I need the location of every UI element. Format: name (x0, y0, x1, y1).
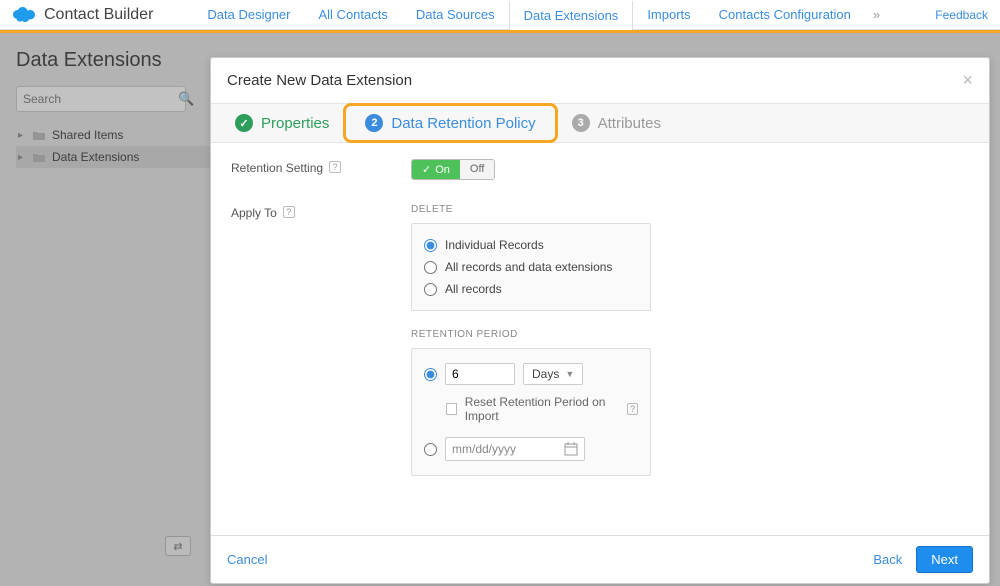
toggle-on-label: On (435, 164, 450, 176)
nav-tab-data-extensions[interactable]: Data Extensions (509, 1, 634, 30)
step-attributes[interactable]: 3 Attributes (554, 106, 679, 140)
radio-input[interactable] (424, 239, 437, 252)
top-navigation: Contact Builder Data Designer All Contac… (0, 0, 1000, 30)
nav-tab-imports[interactable]: Imports (633, 0, 704, 29)
step-number-badge: 2 (365, 114, 383, 132)
wizard-steps: ✓ Properties 2 Data Retention Policy 3 A… (211, 103, 989, 143)
cancel-button[interactable]: Cancel (227, 552, 267, 567)
help-icon[interactable]: ? (329, 161, 341, 173)
radio-all-records-and-extensions[interactable]: All records and data extensions (424, 256, 638, 278)
retention-toggle-control: ✓ On Off (411, 159, 969, 180)
radio-input[interactable] (424, 368, 437, 381)
apply-to-label: Apply To ? (231, 204, 411, 494)
create-data-extension-modal: Create New Data Extension × ✓ Properties… (210, 57, 990, 584)
step-label: Properties (261, 115, 329, 132)
toggle-off[interactable]: Off (460, 160, 494, 179)
radio-input[interactable] (424, 261, 437, 274)
date-placeholder: mm/dd/yyyy (452, 442, 516, 456)
retention-setting-row: Retention Setting ? ✓ On Off (231, 159, 969, 180)
radio-label: All records and data extensions (445, 260, 612, 274)
footer-right: Back Next (873, 546, 973, 573)
retention-setting-label: Retention Setting ? (231, 159, 411, 180)
step-label: Attributes (598, 115, 661, 132)
check-icon: ✓ (422, 163, 431, 176)
step-data-retention-policy[interactable]: 2 Data Retention Policy (347, 106, 553, 140)
date-input[interactable]: mm/dd/yyyy (445, 437, 585, 461)
modal-footer: Cancel Back Next (211, 535, 989, 583)
app-title: Contact Builder (44, 6, 153, 24)
apply-to-control: DELETE Individual Records All records an… (411, 204, 969, 494)
toggle-off-label: Off (470, 163, 484, 175)
nav-tab-all-contacts[interactable]: All Contacts (305, 0, 402, 29)
period-unit-select[interactable]: Days ▼ (523, 363, 583, 385)
back-button[interactable]: Back (873, 552, 902, 567)
delete-options-panel: Individual Records All records and data … (411, 223, 651, 311)
modal-title: Create New Data Extension (227, 72, 412, 89)
retention-period-section-label: RETENTION PERIOD (411, 329, 969, 340)
on-off-toggle[interactable]: ✓ On Off (411, 159, 495, 180)
feedback-link[interactable]: Feedback (935, 8, 988, 22)
salesforce-cloud-icon (12, 7, 36, 23)
modal-body: Retention Setting ? ✓ On Off Apply To ? (211, 143, 989, 535)
modal-header: Create New Data Extension × (211, 58, 989, 103)
checkbox[interactable] (446, 403, 457, 415)
help-icon[interactable]: ? (627, 403, 638, 415)
radio-label: Individual Records (445, 238, 544, 252)
checkbox-label: Reset Retention Period on Import (465, 395, 620, 423)
radio-label: All records (445, 282, 502, 296)
period-value-input[interactable] (445, 363, 515, 385)
nav-tab-contacts-configuration[interactable]: Contacts Configuration (705, 0, 865, 29)
toggle-on[interactable]: ✓ On (412, 160, 460, 179)
calendar-icon (564, 442, 578, 456)
reset-on-import-row: Reset Retention Period on Import ? (424, 389, 638, 425)
close-icon[interactable]: × (962, 70, 973, 91)
delete-section-label: DELETE (411, 204, 969, 215)
period-duration-row: Days ▼ (424, 359, 638, 389)
next-button[interactable]: Next (916, 546, 973, 573)
period-date-row: mm/dd/yyyy (424, 433, 638, 465)
select-value: Days (532, 367, 559, 381)
chevron-down-icon: ▼ (565, 369, 574, 379)
label-text: Apply To (231, 206, 277, 220)
retention-period-panel: Days ▼ Reset Retention Period on Import … (411, 348, 651, 476)
nav-more-icon[interactable]: » (865, 7, 888, 22)
help-icon[interactable]: ? (283, 206, 295, 218)
radio-individual-records[interactable]: Individual Records (424, 234, 638, 256)
check-icon: ✓ (235, 114, 253, 132)
nav-tab-data-designer[interactable]: Data Designer (193, 0, 304, 29)
step-label: Data Retention Policy (391, 115, 535, 132)
label-text: Retention Setting (231, 161, 323, 175)
step-number-badge: 3 (572, 114, 590, 132)
nav-tab-data-sources[interactable]: Data Sources (402, 0, 509, 29)
nav-tabs: Data Designer All Contacts Data Sources … (193, 0, 935, 29)
step-properties[interactable]: ✓ Properties (217, 106, 347, 140)
radio-input[interactable] (424, 283, 437, 296)
apply-to-row: Apply To ? DELETE Individual Records All… (231, 204, 969, 494)
radio-all-records[interactable]: All records (424, 278, 638, 300)
radio-input[interactable] (424, 443, 437, 456)
